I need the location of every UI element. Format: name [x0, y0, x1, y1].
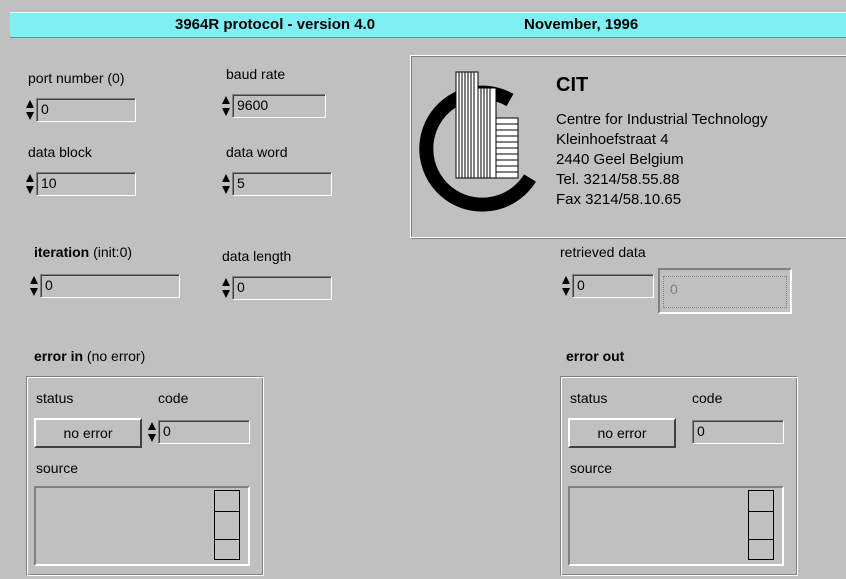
error-out-status-label: status — [570, 390, 608, 406]
retrieved-data-index-input[interactable]: 0 — [572, 274, 654, 298]
data-length-output: 0 — [232, 276, 332, 300]
retrieved-data-label: retrieved data — [560, 244, 646, 260]
port-number-spinner[interactable] — [26, 98, 34, 122]
retrieved-data-index-spinner[interactable] — [562, 274, 570, 298]
data-block-label: data block — [28, 144, 92, 160]
error-in-label: error in (no error) — [34, 348, 145, 364]
port-number-label: port number (0) — [28, 70, 125, 86]
cit-address-line: Kleinhoefstraat 4 — [556, 131, 669, 148]
error-in-code-label: code — [158, 390, 189, 406]
cit-address: Centre for Industrial Technology Kleinho… — [556, 110, 768, 210]
cit-address-line: Tel. 3214/58.55.88 — [556, 171, 680, 188]
port-number-input[interactable]: 0 — [36, 98, 136, 122]
error-in-status-label: status — [36, 390, 74, 406]
error-in-source-scrollbar[interactable] — [214, 490, 240, 560]
data-word-spinner[interactable] — [222, 172, 230, 196]
cit-logo-icon — [418, 66, 543, 219]
error-out-source-scrollbar[interactable] — [748, 490, 774, 560]
error-in-code-spinner[interactable] — [148, 420, 156, 444]
cit-name: CIT — [556, 74, 589, 96]
baud-rate-spinner[interactable] — [222, 94, 230, 118]
data-length-spinner[interactable] — [222, 276, 230, 300]
error-in-status-button[interactable]: no error — [34, 418, 142, 448]
iteration-input[interactable]: 0 — [40, 274, 180, 298]
error-out-status-button: no error — [568, 418, 676, 448]
data-length-label: data length — [222, 248, 292, 264]
cit-address-line: 2440 Geel Belgium — [556, 151, 684, 168]
version-date: November, 1996 — [524, 16, 639, 33]
protocol-title: 3964R protocol - version 4.0 — [175, 16, 376, 33]
iteration-label-rest: (init:0) — [93, 244, 133, 260]
error-out-code-label: code — [692, 390, 723, 406]
error-in-source-label: source — [36, 460, 79, 476]
baud-rate-label: baud rate — [226, 66, 286, 82]
iteration-label-bold: iteration — [34, 244, 90, 260]
title-bar — [10, 12, 846, 38]
error-in-label-rest: (no error) — [86, 348, 146, 364]
data-block-input[interactable]: 10 — [36, 172, 136, 196]
retrieved-data-element: 0 — [663, 276, 787, 308]
iteration-spinner[interactable] — [30, 274, 38, 298]
error-out-label: error out — [566, 348, 625, 364]
error-in-code-input[interactable]: 0 — [158, 420, 250, 444]
data-word-input[interactable]: 5 — [232, 172, 332, 196]
data-word-label: data word — [226, 144, 288, 160]
error-out-code-output: 0 — [692, 420, 784, 444]
iteration-label: iteration (init:0) — [34, 244, 132, 260]
baud-rate-input[interactable]: 9600 — [232, 94, 326, 118]
error-in-label-bold: error in — [34, 348, 84, 364]
error-out-source-label: source — [570, 460, 613, 476]
cit-address-line: Centre for Industrial Technology — [556, 111, 768, 128]
cit-address-line: Fax 3214/58.10.65 — [556, 191, 682, 208]
data-block-spinner[interactable] — [26, 172, 34, 196]
